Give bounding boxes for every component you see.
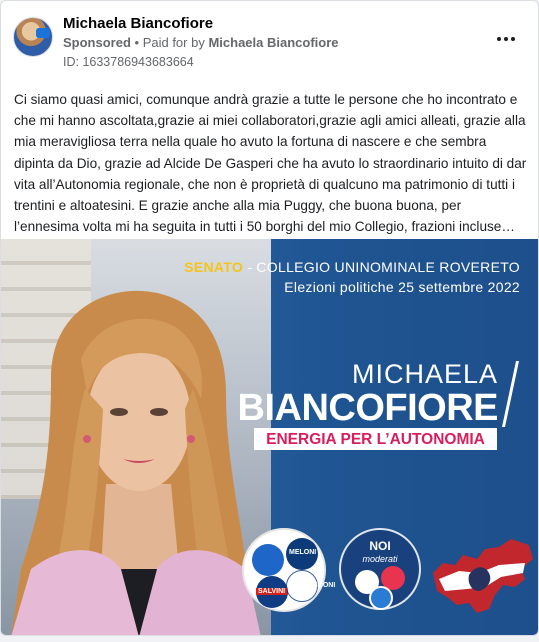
noi-moderati-logo: NOI moderati (339, 528, 421, 610)
slogan-text: ENERGIA PER L’AUTONOMIA (266, 431, 485, 448)
more-horizontal-icon (497, 37, 501, 41)
coalition-logo: SALVINI MELONI BERLUSCONI (242, 528, 335, 612)
election-date: Elezioni politiche 25 settembre 2022 (284, 279, 520, 295)
berlusconi-tag: BERLUSCONI (289, 582, 336, 589)
sponsored-label[interactable]: Sponsored (63, 35, 131, 50)
post-body-text: Ci siamo quasi amici, comunque andrà gra… (14, 92, 527, 235)
sponsored-post-card: Michaela Biancofiore Sponsored • Paid fo… (0, 0, 539, 636)
candidate-first-name: MICHAELA (351, 359, 498, 389)
payer-name[interactable]: Michaela Biancofiore (208, 35, 338, 50)
senato-label: SENATO (184, 259, 244, 275)
paid-for-label: Paid for by (142, 35, 209, 50)
noi-subtitle: moderati (362, 554, 398, 564)
salvini-tag: SALVINI (256, 588, 288, 595)
candidate-portrait (11, 290, 261, 635)
more-options-button[interactable] (492, 29, 520, 49)
decorative-slash (501, 361, 520, 427)
page-avatar[interactable] (13, 17, 53, 57)
page-name-link[interactable]: Michaela Biancofiore (63, 15, 213, 32)
ad-creative-image[interactable]: SENATO - COLLEGIO UNINOMINALE ROVERETO E… (1, 239, 538, 635)
collegio-label: - COLLEGIO UNINOMINALE ROVERETO (243, 259, 520, 275)
post-header: Michaela Biancofiore Sponsored • Paid fo… (13, 11, 526, 71)
noi-title: NOI (369, 539, 391, 553)
ad-id: ID: 1633786943683664 (63, 55, 194, 69)
senato-heading: SENATO - COLLEGIO UNINOMINALE ROVERETO (184, 259, 520, 275)
candidate-last-name: BIANCOFIORE (237, 387, 499, 429)
meloni-tag: MELONI (289, 549, 317, 556)
avatar-badge-icon (36, 28, 50, 38)
sponsored-meta: Sponsored • Paid for by Michaela Biancof… (63, 35, 339, 50)
slogan-banner: ENERGIA PER L’AUTONOMIA (254, 428, 497, 450)
meta-separator: • (130, 35, 143, 50)
trentino-map-icon (433, 539, 533, 613)
